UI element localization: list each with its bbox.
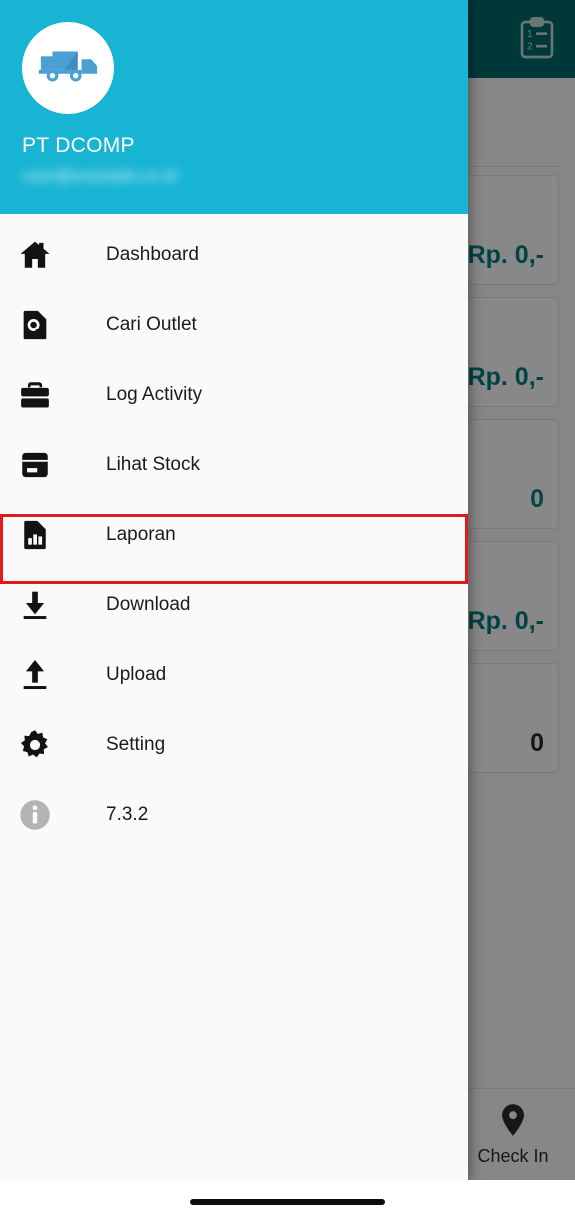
menu-label: Laporan <box>106 524 176 545</box>
drawer-menu: Dashboard Cari Outlet Log Activity Lihat… <box>0 214 468 1180</box>
avatar[interactable] <box>22 22 114 114</box>
menu-item-setting[interactable]: Setting <box>0 710 468 780</box>
menu-item-log-activity[interactable]: Log Activity <box>0 360 468 430</box>
menu-label: Log Activity <box>106 384 203 405</box>
org-email-redacted: user@example.co.id <box>22 166 178 185</box>
menu-item-dashboard[interactable]: Dashboard <box>0 220 468 290</box>
menu-item-laporan[interactable]: Laporan <box>0 500 468 570</box>
menu-label: Dashboard <box>106 244 199 265</box>
info-circle-icon <box>18 798 70 832</box>
menu-item-upload[interactable]: Upload <box>0 640 468 710</box>
svg-text:2: 2 <box>527 41 533 52</box>
upload-arrow-icon <box>18 658 70 692</box>
download-arrow-icon <box>18 588 70 622</box>
archive-box-icon <box>18 448 70 482</box>
delivery-truck-icon <box>37 45 99 92</box>
briefcase-icon <box>18 378 70 412</box>
app-version-label: 7.3.2 <box>106 804 149 825</box>
report-chart-icon <box>18 518 70 552</box>
org-name: PT DCOMP <box>22 134 135 157</box>
mobile-screen: 1 2 ...hir Sync ...23 09:31 Rp. 0,- ...a… <box>0 0 575 1224</box>
menu-label: Setting <box>106 734 166 755</box>
clipboard-checklist-icon[interactable]: 1 2 <box>517 17 557 61</box>
menu-label: Cari Outlet <box>106 314 197 335</box>
bottom-nav-item-check-in[interactable]: Check In <box>465 1103 561 1167</box>
menu-label: Upload <box>106 664 167 685</box>
menu-item-version[interactable]: 7.3.2 <box>0 780 468 850</box>
map-pin-icon <box>498 1103 528 1142</box>
menu-item-lihat-stock[interactable]: Lihat Stock <box>0 430 468 500</box>
menu-item-cari-outlet[interactable]: Cari Outlet <box>0 290 468 360</box>
gesture-pill[interactable] <box>190 1199 385 1205</box>
menu-item-download[interactable]: Download <box>0 570 468 640</box>
home-icon <box>18 238 70 272</box>
gear-icon <box>18 728 70 762</box>
android-gesture-nav <box>0 1180 575 1224</box>
menu-label: Lihat Stock <box>106 454 200 475</box>
svg-text:1: 1 <box>527 29 533 40</box>
menu-label: Download <box>106 594 191 615</box>
document-search-icon <box>18 308 70 342</box>
navigation-drawer: PT DCOMP user@example.co.id Dashboard Ca… <box>0 0 468 1180</box>
drawer-header: PT DCOMP user@example.co.id <box>0 0 468 214</box>
bottom-nav-label: Check In <box>477 1145 549 1166</box>
